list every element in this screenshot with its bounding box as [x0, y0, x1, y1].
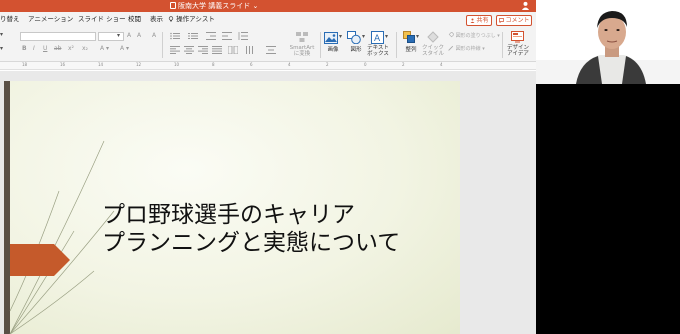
comment-button[interactable]: コメント	[496, 15, 532, 26]
smartart-icon[interactable]	[296, 32, 308, 43]
ruler-number: 16	[60, 62, 66, 67]
ruler-number: 8	[212, 62, 215, 67]
arrange-icon	[403, 31, 415, 43]
ribbon-clipped-control[interactable]: ▾	[0, 31, 3, 39]
ruler-number: 4	[440, 62, 443, 67]
strikethrough-button[interactable]: ab	[54, 45, 62, 53]
powerpoint-window: 阪南大学 講義スライド ⌄ り替え アニメーション スライド ショー 校閲 表示…	[0, 0, 536, 334]
ribbon-separator	[320, 32, 321, 58]
ruler-number: 14	[98, 62, 104, 67]
webcam-video	[536, 0, 680, 84]
ruler-number: 10	[174, 62, 180, 67]
align-text-icon[interactable]	[266, 46, 276, 54]
ruler-number: 2	[326, 62, 329, 67]
slide-arrow-shape	[10, 244, 70, 276]
ribbon-separator	[396, 32, 397, 58]
align-right-icon[interactable]	[198, 46, 208, 54]
bullets-icon[interactable]	[170, 32, 180, 40]
share-icon	[470, 18, 475, 23]
title-bar: 阪南大学 講義スライド ⌄	[0, 0, 536, 12]
numbering-icon[interactable]	[188, 32, 198, 40]
svg-text:A: A	[374, 34, 381, 44]
slide-title-line: プロ野球選手のキャリア	[102, 202, 355, 228]
menu-review[interactable]: 校閲	[128, 15, 141, 24]
superscript-button[interactable]: x²	[68, 45, 74, 53]
grow-font-button[interactable]: A	[127, 32, 131, 40]
shape-icon	[347, 31, 361, 44]
increase-indent-icon[interactable]	[222, 32, 232, 40]
subscript-button[interactable]: x₂	[82, 45, 88, 53]
horizontal-ruler[interactable]: 18 16 14 12 10 8 6 4 2 0 2 4	[0, 62, 536, 70]
arrange-dropdown-icon: ▾	[416, 33, 420, 40]
shape-fill-button[interactable]: 図形の塗りつぶし ▾	[448, 31, 500, 40]
share-button[interactable]: 共有	[466, 15, 492, 26]
shrink-font-button[interactable]: A	[137, 32, 141, 40]
shape-dropdown-icon: ▾	[362, 33, 366, 40]
menu-view[interactable]: 表示	[150, 15, 163, 24]
menu-slideshow[interactable]: スライド ショー	[78, 15, 126, 24]
ruler-number: 4	[288, 62, 291, 67]
ribbon-clipped-control-2[interactable]: ▾	[0, 45, 3, 53]
shape-outline-button[interactable]: 図形の枠線 ▾	[448, 45, 485, 53]
align-left-icon[interactable]	[170, 46, 180, 54]
textbox-dropdown-icon: ▾	[385, 33, 389, 40]
paint-bucket-icon	[448, 31, 455, 38]
font-name-field[interactable]	[20, 32, 96, 41]
lightbulb-icon	[168, 16, 174, 22]
text-direction-icon[interactable]	[244, 46, 254, 54]
columns-icon[interactable]	[228, 46, 238, 54]
underline-button[interactable]: U	[43, 45, 47, 53]
menu-transitions[interactable]: り替え	[0, 15, 20, 24]
ruler-number: 0	[364, 62, 367, 67]
designer-label: デザイン アイデア	[506, 45, 529, 57]
ribbon: ▾ ▾ ▾ A A A B I U ab x² x₂ A ▾ A ▾ Smart…	[0, 28, 536, 62]
clear-format-button[interactable]: A	[152, 32, 156, 40]
font-color-button[interactable]: A ▾	[120, 45, 129, 53]
user-icon[interactable]	[521, 1, 530, 10]
menu-animations[interactable]: アニメーション	[28, 15, 73, 24]
slide-title-line: プランニングと実態について	[102, 230, 401, 256]
menu-tell-me[interactable]: 操作アシスト	[168, 15, 215, 24]
doc-icon	[170, 2, 176, 9]
justify-icon[interactable]	[212, 46, 222, 54]
align-center-icon[interactable]	[184, 46, 194, 54]
bold-button[interactable]: B	[22, 45, 27, 53]
smartart-label: SmartArt に変換	[289, 45, 315, 57]
highlight-button[interactable]: A ▾	[100, 45, 109, 53]
slide-canvas[interactable]: プロ野球選手のキャリア プランニングと実態について	[0, 71, 536, 334]
textbox-icon: A	[371, 31, 384, 44]
menu-bar: り替え アニメーション スライド ショー 校閲 表示 操作アシスト 共有 コメン…	[0, 12, 536, 28]
image-icon	[324, 32, 338, 44]
decrease-indent-icon[interactable]	[206, 32, 216, 40]
pen-icon	[448, 45, 454, 51]
italic-button[interactable]: I	[33, 45, 35, 53]
image-dropdown-icon: ▾	[339, 33, 343, 40]
designer-icon	[511, 31, 524, 43]
ruler-number: 12	[136, 62, 142, 67]
presenter-video-image	[536, 0, 680, 84]
ruler-number: 2	[402, 62, 405, 67]
textbox-label: テキスト ボックス	[367, 45, 389, 57]
line-spacing-icon[interactable]	[238, 32, 248, 40]
ribbon-separator	[162, 32, 163, 58]
quickstyle-icon	[427, 31, 439, 43]
comment-icon	[498, 17, 504, 23]
font-size-dropdown-icon[interactable]: ▾	[117, 32, 120, 40]
quickstyle-label: クイック スタイル	[421, 45, 444, 57]
ruler-number: 18	[22, 62, 28, 67]
slide-title[interactable]: プロ野球選手のキャリア プランニングと実態について	[102, 201, 400, 257]
font-size-field[interactable]	[98, 32, 124, 41]
document-title[interactable]: 阪南大学 講義スライド ⌄	[170, 1, 258, 11]
slide[interactable]: プロ野球選手のキャリア プランニングと実態について	[4, 81, 460, 334]
ruler-number: 6	[250, 62, 253, 67]
